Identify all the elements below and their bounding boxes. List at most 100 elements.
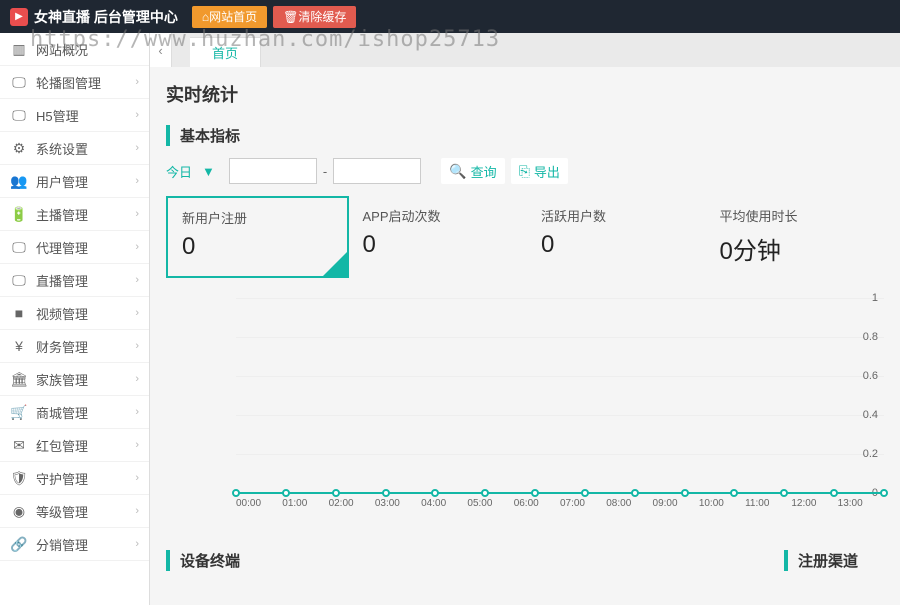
stat-value: 0 — [363, 231, 514, 259]
sidebar-item-14[interactable]: ◉等级管理› — [0, 495, 149, 528]
stat-card-2[interactable]: 活跃用户数0 — [527, 196, 706, 278]
monitor-icon: 🖵 — [10, 107, 28, 124]
x-tick: 09:00 — [653, 498, 699, 518]
date-from-input[interactable] — [229, 158, 317, 184]
sidebar-item-label: 代理管理 — [36, 238, 135, 257]
data-point — [232, 489, 240, 497]
x-tick: 13:00 — [838, 498, 884, 518]
range-dropdown[interactable]: 今日 — [166, 162, 192, 181]
x-tick: 03:00 — [375, 498, 421, 518]
tab-scroll-left[interactable]: ‹ — [150, 33, 172, 67]
x-tick: 12:00 — [791, 498, 837, 518]
desktop2-icon: 🖵 — [10, 239, 28, 256]
x-tick: 07:00 — [560, 498, 606, 518]
sidebar-item-label: 轮播图管理 — [36, 73, 135, 92]
share-icon: 🔗 — [10, 536, 28, 553]
sidebar-item-4[interactable]: 👥用户管理› — [0, 165, 149, 198]
sidebar-item-13[interactable]: 🛡守护管理› — [0, 462, 149, 495]
chevron-right-icon: › — [135, 142, 139, 154]
x-tick: 10:00 — [699, 498, 745, 518]
sidebar-item-label: H5管理 — [36, 106, 135, 125]
sidebar-item-12[interactable]: ✉红包管理› — [0, 429, 149, 462]
sidebar-item-9[interactable]: ¥财务管理› — [0, 330, 149, 363]
chevron-right-icon: › — [135, 538, 139, 550]
chevron-right-icon: › — [135, 406, 139, 418]
id-card-icon: 🔋 — [10, 206, 28, 223]
stat-label: 新用户注册 — [182, 208, 333, 227]
stat-card-0[interactable]: 新用户注册 0 — [166, 196, 349, 278]
tab-bar: ‹ 首页 — [150, 33, 900, 67]
sidebar-item-2[interactable]: 🖵 H5管理› — [0, 99, 149, 132]
sidebar-item-0[interactable]: ▥网站概况 — [0, 33, 149, 66]
data-point — [681, 489, 689, 497]
shield-icon: 🛡 — [10, 470, 28, 487]
date-to-input[interactable] — [333, 158, 421, 184]
export-icon: ⎘ — [519, 163, 530, 180]
main-area: ‹ 首页 实时统计 基本指标 今日 ▼ - 🔍查询 ⎘导出 新用户注册0APP启… — [150, 33, 900, 605]
chevron-right-icon: › — [135, 274, 139, 286]
export-button[interactable]: ⎘导出 — [511, 158, 568, 184]
stat-card-1[interactable]: APP启动次数 0 — [349, 196, 528, 278]
stat-grid: 新用户注册0APP启动次数0活跃用户数0平均使用时长0分钟 — [166, 196, 884, 278]
yen-icon: ¥ — [10, 338, 28, 354]
sidebar: ▥网站概况🖵轮播图管理›🖵H5管理›⚙系统设置›👥用户管理›🔋主播管理›🖵代理管… — [0, 33, 150, 605]
data-point — [282, 489, 290, 497]
chevron-right-icon: › — [135, 208, 139, 220]
sidebar-item-5[interactable]: 🔋 主播管理› — [0, 198, 149, 231]
data-point — [382, 489, 390, 497]
app-title: 女神直播 后台管理中心 — [34, 7, 178, 27]
trash-icon: 🗑 — [283, 10, 298, 24]
data-point — [581, 489, 589, 497]
chevron-right-icon: › — [135, 373, 139, 385]
sidebar-item-label: 商城管理 — [36, 403, 135, 422]
section-basic: 基本指标 — [166, 125, 884, 146]
chevron-right-icon: › — [135, 109, 139, 121]
stat-value: 0 — [541, 231, 692, 259]
caret-down-icon[interactable]: ▼ — [202, 164, 215, 179]
bank-icon: 🏛 — [10, 371, 28, 388]
sidebar-item-label: 红包管理 — [36, 436, 135, 455]
stat-card-3[interactable]: 平均使用时长 0分钟 — [706, 196, 885, 278]
data-point — [830, 489, 838, 497]
stat-label: APP启动次数 — [363, 206, 514, 225]
x-tick: 00:00 — [236, 498, 282, 518]
sidebar-item-label: 网站概况 — [36, 40, 139, 59]
sidebar-item-1[interactable]: 🖵轮播图管理› — [0, 66, 149, 99]
cart-icon: 🛒 — [10, 404, 28, 421]
search-icon: 🔍 — [449, 163, 466, 180]
section-device: 设备终端 — [166, 550, 754, 571]
stat-value: 0分钟 — [720, 231, 871, 266]
monitor2-icon: 🖵 — [10, 272, 28, 289]
home-button[interactable]: ⌂网站首页 — [192, 6, 267, 28]
clear-cache-button[interactable]: 🗑清除缓存 — [273, 6, 356, 28]
sidebar-item-label: 等级管理 — [36, 502, 135, 521]
y-tick: 0.2 — [863, 448, 878, 460]
sidebar-item-15[interactable]: 🔗 分销管理› — [0, 528, 149, 561]
sidebar-item-label: 分销管理 — [36, 535, 135, 554]
desktop-icon: 🖵 — [10, 74, 28, 91]
page-title: 实时统计 — [166, 81, 884, 107]
stat-value: 0 — [182, 233, 333, 261]
x-tick: 02:00 — [329, 498, 375, 518]
sidebar-item-8[interactable]: ■视频管理› — [0, 297, 149, 330]
sidebar-item-10[interactable]: 🏛 家族管理› — [0, 363, 149, 396]
sidebar-item-6[interactable]: 🖵 代理管理› — [0, 231, 149, 264]
sidebar-item-label: 用户管理 — [36, 172, 135, 191]
data-point — [481, 489, 489, 497]
sidebar-item-label: 家族管理 — [36, 370, 135, 389]
chevron-right-icon: › — [135, 307, 139, 319]
y-tick: 0.8 — [863, 331, 878, 343]
stat-label: 平均使用时长 — [720, 206, 871, 225]
chevron-right-icon: › — [135, 472, 139, 484]
chart: 00.20.40.60.8100:0001:0002:0003:0004:000… — [206, 298, 884, 518]
y-tick: 1 — [872, 292, 878, 304]
sidebar-item-label: 主播管理 — [36, 205, 135, 224]
sidebar-item-7[interactable]: 🖵直播管理› — [0, 264, 149, 297]
y-tick: 0.4 — [863, 409, 878, 421]
sidebar-item-3[interactable]: ⚙系统设置› — [0, 132, 149, 165]
content: 实时统计 基本指标 今日 ▼ - 🔍查询 ⎘导出 新用户注册0APP启动次数0活… — [150, 67, 900, 583]
sidebar-item-11[interactable]: 🛒 商城管理› — [0, 396, 149, 429]
chevron-right-icon: › — [135, 241, 139, 253]
query-button[interactable]: 🔍查询 — [441, 158, 504, 184]
tab-home[interactable]: 首页 — [190, 37, 261, 67]
